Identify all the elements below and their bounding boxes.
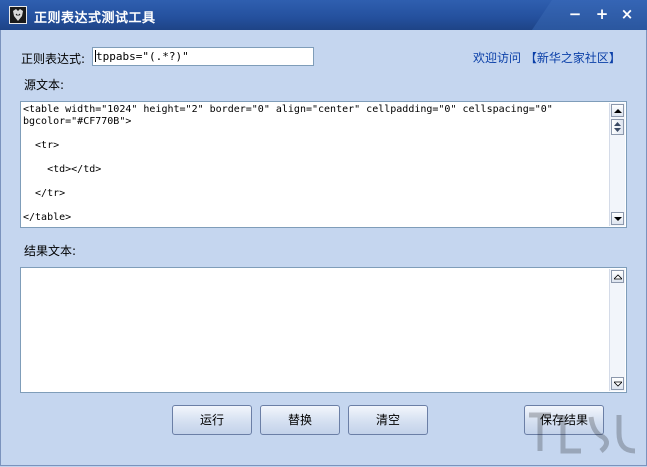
arrow-up-icon <box>614 109 622 113</box>
scroll-thumb[interactable] <box>611 119 624 135</box>
save-result-button[interactable]: 保存结果 <box>524 405 604 435</box>
visit-link: 欢迎访问 【新华之家社区】 <box>473 49 621 66</box>
window-body <box>0 30 647 466</box>
run-button[interactable]: 运行 <box>172 405 252 435</box>
visit-prefix: 欢迎访问 <box>473 51 522 65</box>
community-link[interactable]: 【新华之家社区】 <box>525 51 621 65</box>
app-icon <box>9 6 27 24</box>
source-label: 源文本: <box>24 78 65 92</box>
scroll-down-button[interactable] <box>611 377 624 390</box>
clear-button[interactable]: 清空 <box>348 405 428 435</box>
scroll-up-button[interactable] <box>611 104 624 117</box>
arrow-up-icon <box>614 274 622 280</box>
minimize-button[interactable]: − <box>565 6 585 24</box>
result-text <box>23 268 608 392</box>
close-button[interactable]: × <box>617 6 637 24</box>
title-bar: 正则表达式测试工具 − + × <box>0 0 647 30</box>
source-scrollbar[interactable] <box>609 103 625 226</box>
window-title: 正则表达式测试工具 <box>34 11 156 26</box>
regex-input[interactable]: tppabs="(.*?)" <box>92 47 314 66</box>
result-scrollbar[interactable] <box>609 269 625 391</box>
scroll-down-button[interactable] <box>611 212 624 225</box>
result-textarea[interactable] <box>20 267 627 393</box>
regex-label: 正则表达式: <box>21 52 86 66</box>
maximize-button[interactable]: + <box>592 6 612 24</box>
source-text: <table width="1024" height="2" border="0… <box>23 104 553 223</box>
grip-icon <box>614 122 621 132</box>
replace-button[interactable]: 替换 <box>260 405 340 435</box>
arrow-down-icon <box>614 381 622 387</box>
scroll-up-button[interactable] <box>611 270 624 283</box>
regex-value: tppabs="(.*?)" <box>96 50 189 63</box>
arrow-down-icon <box>614 217 622 221</box>
source-textarea[interactable]: <table width="1024" height="2" border="0… <box>20 101 627 228</box>
result-label: 结果文本: <box>24 244 77 258</box>
